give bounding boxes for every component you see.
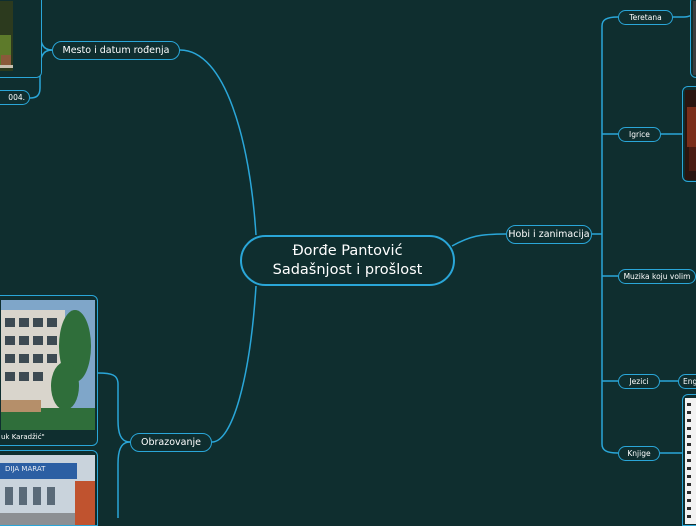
subtopic-gym-label: Teretana xyxy=(629,13,662,22)
books-list-graphic xyxy=(685,398,696,524)
birth-date-label: 004. xyxy=(8,93,25,102)
school-building-image xyxy=(1,300,95,430)
gym-photo[interactable] xyxy=(690,0,696,78)
connector-central-birth xyxy=(179,49,257,236)
books-list-image[interactable] xyxy=(682,394,696,526)
school-sign-text: DIJA MARAT xyxy=(5,465,46,473)
birthplace-photo[interactable] xyxy=(0,0,42,78)
subtopic-books-label: Knjige xyxy=(627,449,651,458)
branch-education-label: Obrazovanje xyxy=(141,437,201,448)
connector-education-photo2 xyxy=(117,441,131,518)
school-photo-card[interactable]: uk Karadžić" xyxy=(0,295,98,446)
school-sign-photo-card[interactable]: DIJA MARAT xyxy=(0,450,98,526)
birthplace-image xyxy=(0,0,41,77)
branch-hobbies[interactable]: Hobi i zanimacija xyxy=(506,225,592,244)
connector-education-photo1 xyxy=(97,372,131,443)
connector-hobbies-spine xyxy=(592,16,619,454)
subtopic-gym[interactable]: Teretana xyxy=(618,10,673,25)
mind-map-canvas: Đorđe Pantović Sadašnjost i prošlost Mes… xyxy=(0,0,696,526)
subtopic-music-label: Muzika koju volim xyxy=(623,272,691,281)
games-photo[interactable] xyxy=(682,86,696,182)
games-image xyxy=(685,90,696,180)
subtopic-english[interactable]: Eng xyxy=(678,374,696,389)
subtopic-books[interactable]: Knjige xyxy=(618,446,660,461)
connector-central-education xyxy=(211,285,257,443)
branch-birth[interactable]: Mesto i datum rođenja xyxy=(52,41,180,60)
central-title: Đorđe Pantović xyxy=(292,242,403,259)
school-sign-image xyxy=(0,455,95,525)
branch-birth-label: Mesto i datum rođenja xyxy=(62,45,170,56)
subtopic-languages-label: Jezici xyxy=(629,377,649,386)
subtopic-english-label: Eng xyxy=(683,377,696,386)
connector-central-hobbies xyxy=(451,233,507,247)
subtopic-languages[interactable]: Jezici xyxy=(618,374,660,389)
school-caption: uk Karadžić" xyxy=(1,433,45,441)
subtopic-games[interactable]: Igrice xyxy=(618,127,661,142)
central-subtitle: Sadašnjost i prošlost xyxy=(272,261,423,278)
branch-hobbies-label: Hobi i zanimacija xyxy=(508,229,590,240)
gym-image xyxy=(693,1,696,75)
subtopic-music[interactable]: Muzika koju volim xyxy=(618,269,696,284)
central-topic[interactable]: Đorđe Pantović Sadašnjost i prošlost xyxy=(240,235,455,286)
subtopic-games-label: Igrice xyxy=(629,130,650,139)
branch-education[interactable]: Obrazovanje xyxy=(130,433,212,452)
birth-date-node[interactable]: 004. xyxy=(0,90,30,105)
